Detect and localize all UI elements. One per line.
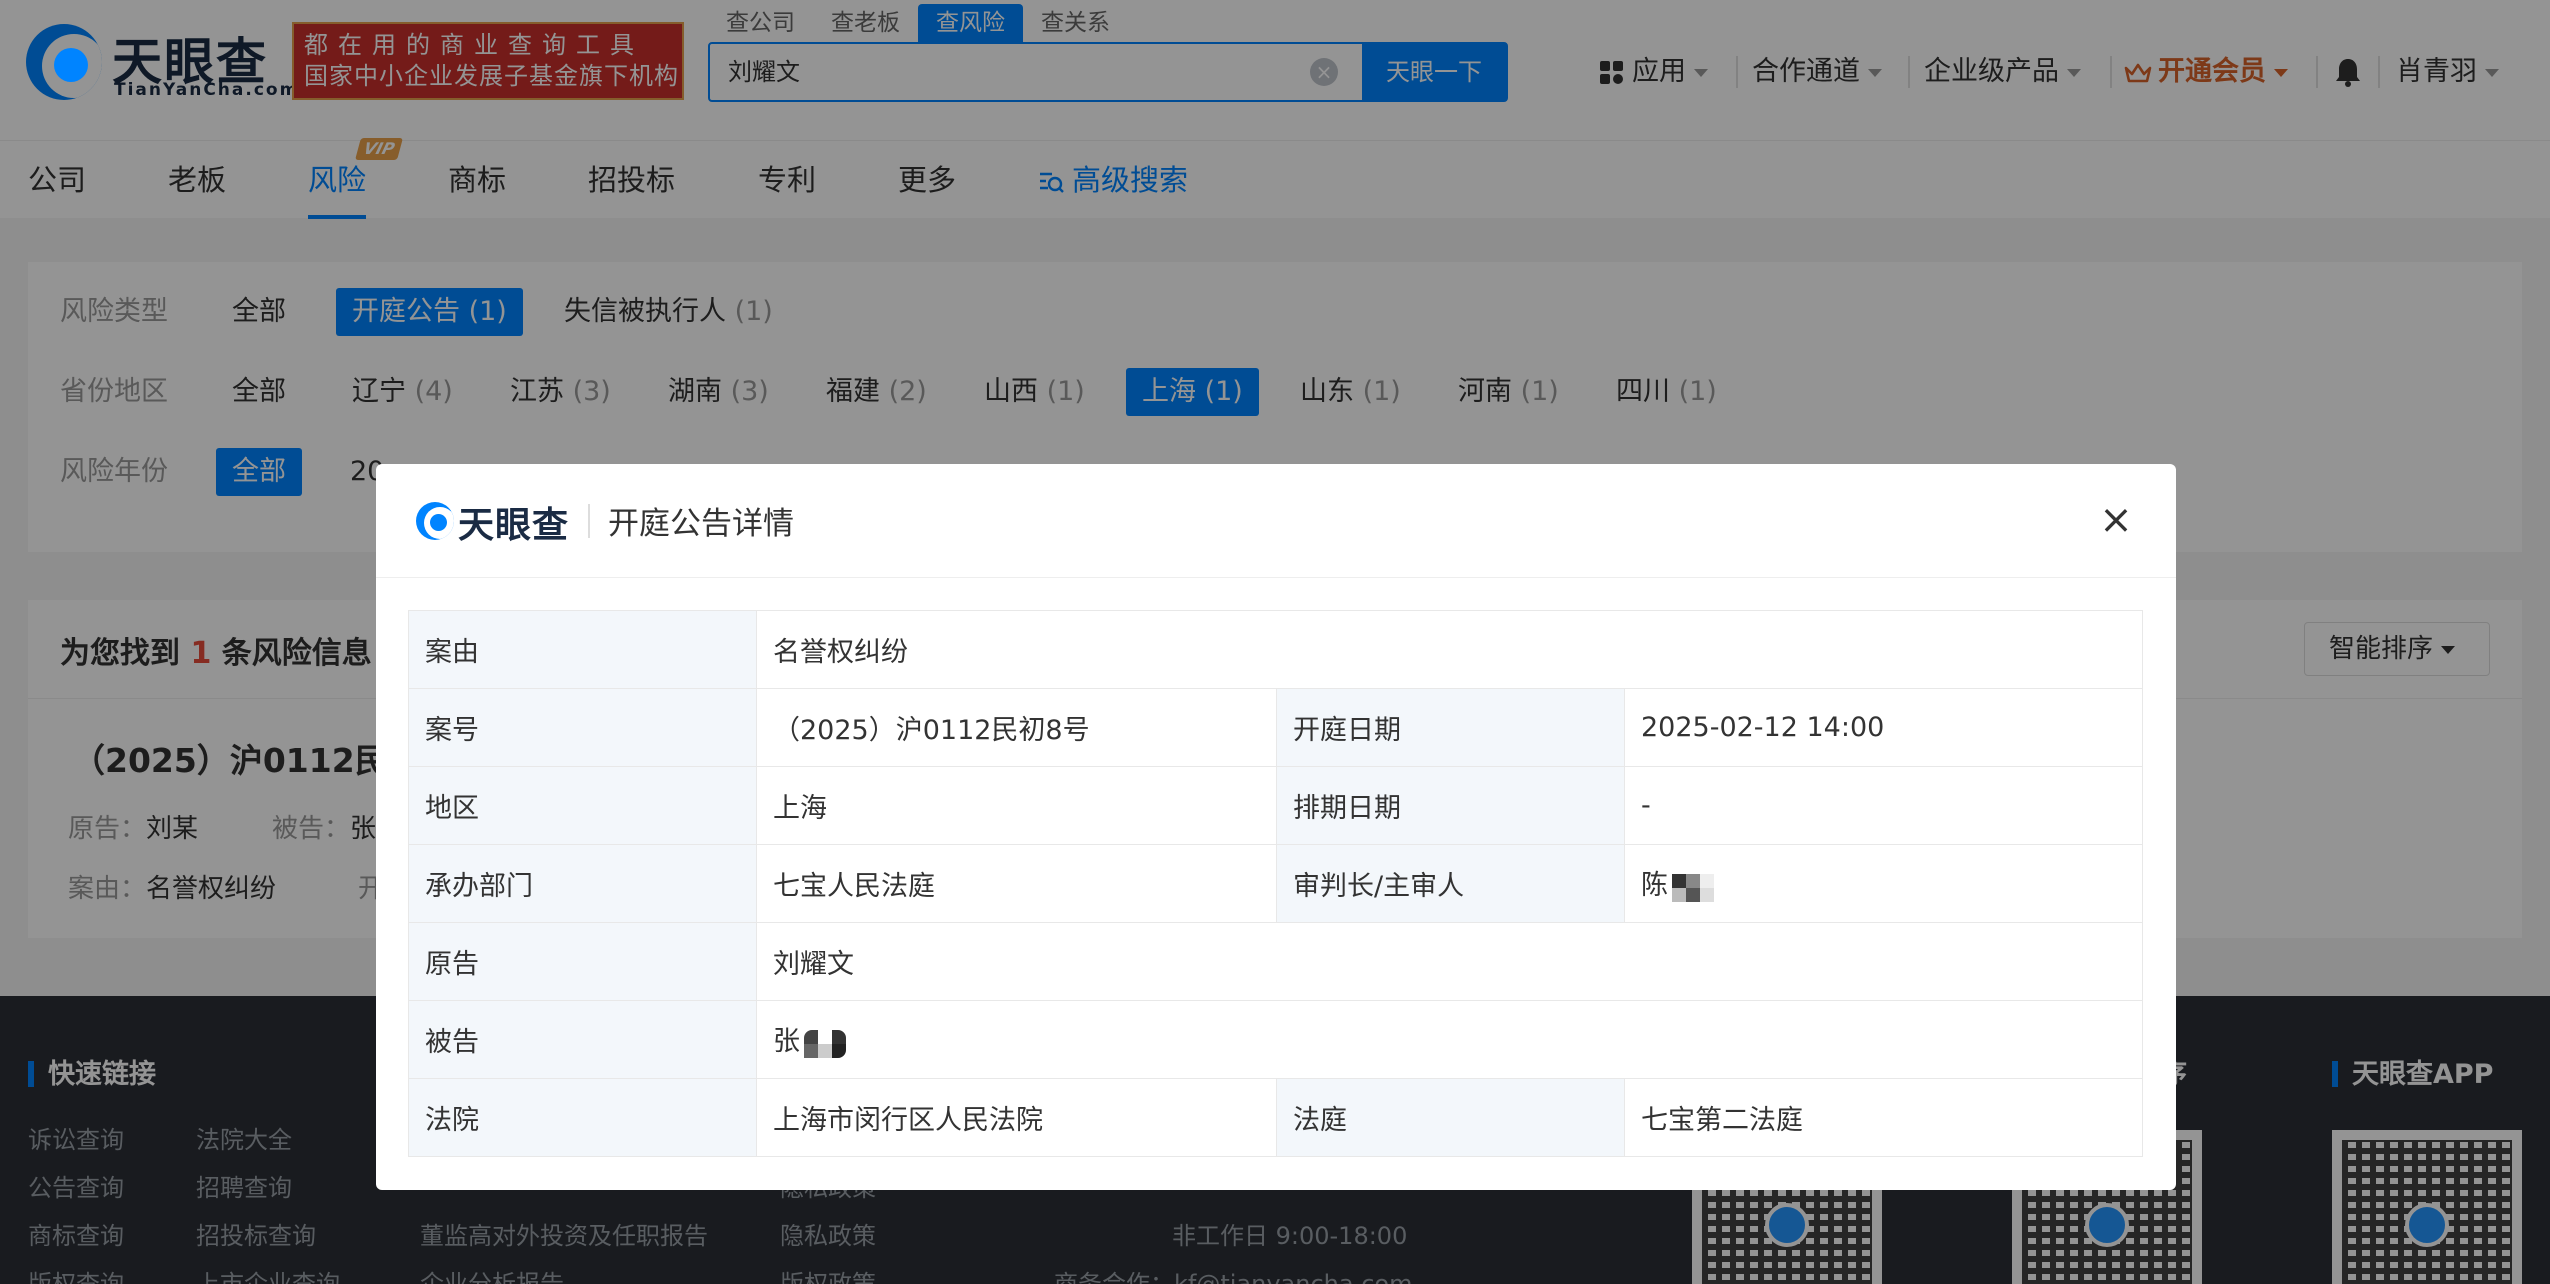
region-value: 上海 [756,766,1277,845]
modal-header: 天眼查 开庭公告详情 × [376,464,2176,578]
defendant-value: 张 [773,1026,800,1058]
table-row: 法院 上海市闵行区人民法院 法庭 七宝第二法庭 [408,1078,2143,1157]
cause-value: 名誉权纠纷 [756,610,2143,689]
dept-key: 承办部门 [408,844,757,923]
region-key: 地区 [408,766,757,845]
modal-logo-text: 天眼查 [458,505,570,546]
plaintiff-value: 刘耀文 [756,922,2143,1001]
hearing-detail-modal: 天眼查 开庭公告详情 × 案由 名誉权纠纷 案号 （2025）沪0112民初8号… [376,464,2176,1190]
hearing-date-value: 2025-02-12 14:00 [1624,688,2143,767]
table-row: 案号 （2025）沪0112民初8号 开庭日期 2025-02-12 14:00 [408,688,2143,767]
cause-key: 案由 [408,610,757,689]
modal-header-divider [588,504,590,538]
eye-logo-icon [416,502,454,540]
tribunal-key: 法庭 [1276,1078,1625,1157]
case-no-value: （2025）沪0112民初8号 [756,688,1277,767]
table-row: 案由 名誉权纠纷 [408,610,2143,689]
defendant-cell: 张 [756,1000,2143,1079]
schedule-date-key: 排期日期 [1276,766,1625,845]
modal-title: 开庭公告详情 [608,506,794,542]
dept-value: 七宝人民法庭 [756,844,1277,923]
defendant-key: 被告 [408,1000,757,1079]
plaintiff-key: 原告 [408,922,757,1001]
redaction-mosaic [804,1026,860,1060]
redaction-mosaic [1672,870,1728,904]
judge-value: 陈 [1641,870,1668,902]
schedule-date-value: - [1624,766,2143,845]
table-row: 原告 刘耀文 [408,922,2143,1001]
court-value: 上海市闵行区人民法院 [756,1078,1277,1157]
close-icon[interactable]: × [2096,500,2136,540]
table-row: 被告 张 [408,1000,2143,1079]
hearing-date-key: 开庭日期 [1276,688,1625,767]
case-no-key: 案号 [408,688,757,767]
table-row: 承办部门 七宝人民法庭 审判长/主审人 陈 [408,844,2143,923]
judge-key: 审判长/主审人 [1276,844,1625,923]
table-row: 地区 上海 排期日期 - [408,766,2143,845]
hearing-detail-table: 案由 名誉权纠纷 案号 （2025）沪0112民初8号 开庭日期 2025-02… [408,610,2143,1157]
judge-cell: 陈 [1624,844,2143,923]
court-key: 法院 [408,1078,757,1157]
tribunal-value: 七宝第二法庭 [1624,1078,2143,1157]
